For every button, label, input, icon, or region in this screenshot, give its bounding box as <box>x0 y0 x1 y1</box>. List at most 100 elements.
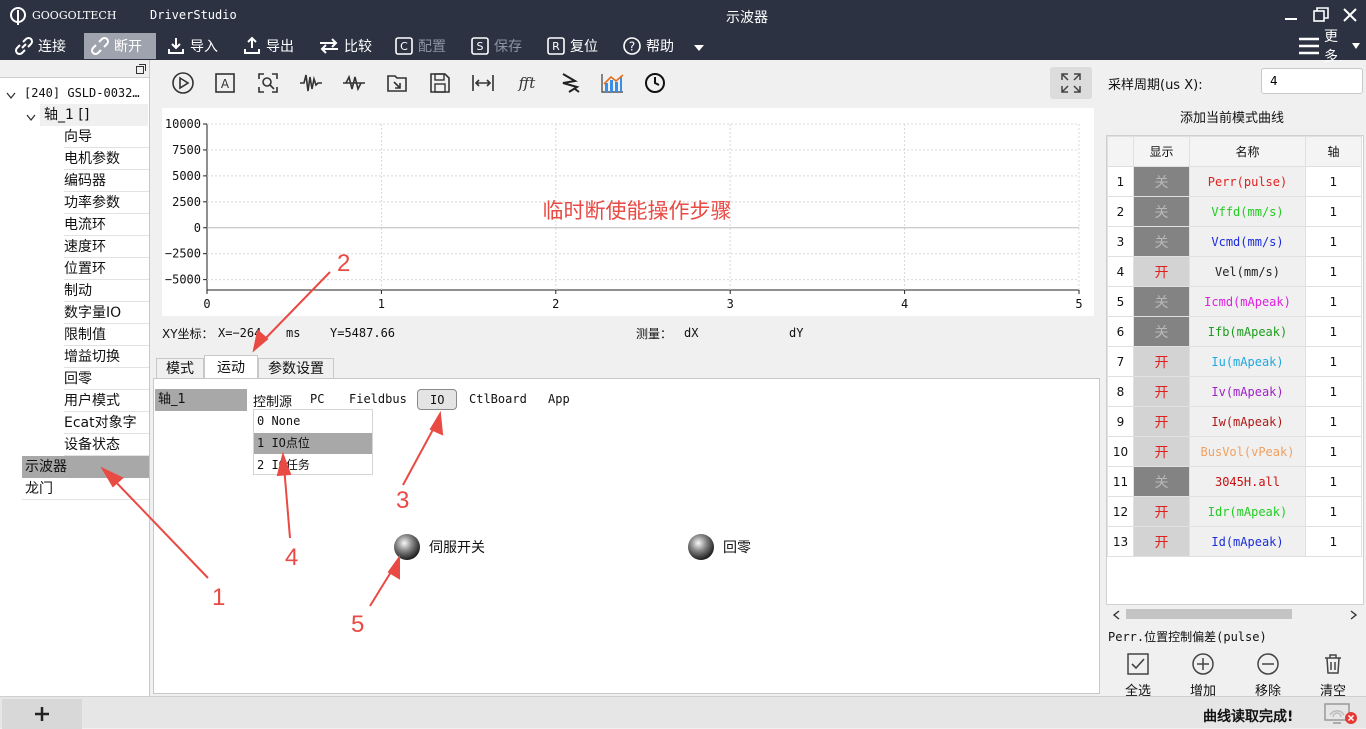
curve-row[interactable]: 13 开 Id(mApeak) 1 <box>1107 526 1362 557</box>
tab-0[interactable]: 模式 <box>156 358 204 379</box>
maximize-icon[interactable] <box>1313 7 1329 23</box>
tree-item[interactable]: 限制值 <box>64 324 149 346</box>
disconnect-button[interactable]: 断开 <box>84 33 156 59</box>
auto-scale-icon[interactable]: A <box>212 70 238 96</box>
tab-1[interactable]: 运动 <box>204 355 258 379</box>
scroll-left-icon[interactable] <box>1112 609 1120 624</box>
curve-name[interactable]: Iv(mApeak) <box>1189 376 1306 407</box>
tree-item[interactable]: 制动 <box>64 280 149 302</box>
curve-show-toggle[interactable]: 关 <box>1133 316 1190 347</box>
tree-gantry-item[interactable]: 龙门 <box>22 478 149 500</box>
export-button[interactable]: 导出 <box>236 33 300 59</box>
curve-row[interactable]: 2 关 Vffd(mm/s) 1 <box>1107 196 1362 227</box>
close-icon[interactable] <box>1342 7 1358 23</box>
curve-name[interactable]: Id(mApeak) <box>1189 526 1306 557</box>
tree-item[interactable]: 速度环 <box>64 236 149 258</box>
curve-row[interactable]: 4 开 Vel(mm/s) 1 <box>1107 256 1362 287</box>
help-button[interactable]: ? 帮助 <box>616 33 680 59</box>
curve-show-toggle[interactable]: 开 <box>1133 406 1190 437</box>
tree-item[interactable]: 向导 <box>64 126 149 148</box>
collapse-axis-icon[interactable] <box>26 111 36 126</box>
homing-button[interactable]: 回零 <box>687 533 751 561</box>
curve-name[interactable]: Icmd(mApeak) <box>1189 286 1306 317</box>
curve-name[interactable]: Idr(mApeak) <box>1189 496 1306 527</box>
curve-row[interactable]: 8 开 Iv(mApeak) 1 <box>1107 376 1362 407</box>
curve-name[interactable]: Iu(mApeak) <box>1189 346 1306 377</box>
add-tab-button[interactable] <box>2 699 82 729</box>
curve-row[interactable]: 3 关 Vcmd(mm/s) 1 <box>1107 226 1362 257</box>
tree-item[interactable]: 编码器 <box>64 170 149 192</box>
more-button[interactable]: 更多 <box>1292 29 1366 65</box>
curve-name[interactable]: Perr(pulse) <box>1189 166 1306 197</box>
source-option-2[interactable]: IO <box>417 389 458 410</box>
tree-item[interactable]: Ecat对象字 <box>64 412 149 434</box>
curve-name[interactable]: Vcmd(mm/s) <box>1189 226 1306 257</box>
config-button[interactable]: C 配置 <box>388 33 452 59</box>
io-option-2[interactable]: 2 IO任务 <box>254 455 372 476</box>
horizontal-scrollbar[interactable] <box>1106 606 1364 622</box>
curve-row[interactable]: 7 开 Iu(mApeak) 1 <box>1107 346 1362 377</box>
filter-wave-icon[interactable] <box>341 70 367 96</box>
scroll-right-icon[interactable] <box>1350 609 1358 624</box>
scope-plot[interactable]: 0 1 2 3 4 5 10000 7500 5000 2500 0 −2500 −5000 临时断使能操… <box>162 108 1094 316</box>
io-option-1[interactable]: 1 IO点位 <box>254 433 372 454</box>
curve-show-toggle[interactable]: 开 <box>1133 376 1190 407</box>
tree-item[interactable]: 电机参数 <box>64 148 149 170</box>
tab-2[interactable]: 参数设置 <box>258 358 334 379</box>
tree-item[interactable]: 回零 <box>64 368 149 390</box>
scroll-thumb[interactable] <box>1126 609 1292 619</box>
fit-width-icon[interactable] <box>470 70 496 96</box>
curve-row[interactable]: 12 开 Idr(mApeak) 1 <box>1107 496 1362 527</box>
tree-item[interactable]: 电流环 <box>64 214 149 236</box>
compare-button[interactable]: 比较 <box>312 33 378 59</box>
curve-show-toggle[interactable]: 关 <box>1133 226 1190 257</box>
curve-name[interactable]: Vel(mm/s) <box>1189 256 1306 287</box>
fullscreen-button[interactable] <box>1050 67 1092 99</box>
source-option-3[interactable]: CtlBoard <box>469 389 527 410</box>
tree-item[interactable]: 功率参数 <box>64 192 149 214</box>
io-option-0[interactable]: 0 None <box>254 411 372 432</box>
curve-show-toggle[interactable]: 关 <box>1133 196 1190 227</box>
tree-item[interactable]: 设备状态 <box>64 434 149 456</box>
curve-row[interactable]: 5 关 Icmd(mApeak) 1 <box>1107 286 1362 317</box>
curve-row[interactable]: 6 关 Ifb(mApeak) 1 <box>1107 316 1362 347</box>
curve-show-toggle[interactable]: 开 <box>1133 346 1190 377</box>
axis-label[interactable]: 轴_1 <box>155 389 247 411</box>
tree-scope-item[interactable]: 示波器 <box>22 456 149 478</box>
play-icon[interactable] <box>170 70 196 96</box>
collapse-device-icon[interactable] <box>6 89 16 104</box>
clear-curves-button[interactable]: 清空 <box>1313 652 1353 699</box>
curve-name[interactable]: 3045H.all <box>1189 466 1306 497</box>
import-button[interactable]: 导入 <box>160 33 224 59</box>
waveform-icon[interactable] <box>298 70 324 96</box>
curve-show-toggle[interactable]: 开 <box>1133 436 1190 467</box>
tree-item[interactable]: 数字量IO <box>64 302 149 324</box>
curve-name[interactable]: BusVol(vPeak) <box>1189 436 1306 467</box>
curve-name[interactable]: Iw(mApeak) <box>1189 406 1306 437</box>
zoom-box-icon[interactable] <box>255 70 281 96</box>
period-input[interactable] <box>1261 68 1363 94</box>
bode-icon[interactable] <box>558 70 584 96</box>
help-dropdown-icon[interactable] <box>693 41 705 56</box>
curve-show-toggle[interactable]: 开 <box>1133 526 1190 557</box>
remove-curve-button[interactable]: 移除 <box>1248 652 1288 699</box>
servo-switch-button[interactable]: 伺服开关 <box>393 533 485 561</box>
save-button[interactable]: S 保存 <box>464 33 528 59</box>
source-option-4[interactable]: App <box>548 389 570 410</box>
curve-show-toggle[interactable]: 开 <box>1133 496 1190 527</box>
curve-show-toggle[interactable]: 开 <box>1133 256 1190 287</box>
connect-button[interactable]: 连接 <box>8 33 72 59</box>
source-option-1[interactable]: Fieldbus <box>349 389 407 410</box>
tree-item[interactable]: 增益切换 <box>64 346 149 368</box>
open-folder-icon[interactable] <box>384 70 410 96</box>
source-option-0[interactable]: PC <box>310 389 324 410</box>
tree-axis-item[interactable]: 轴_1 [] <box>40 104 148 126</box>
add-curve-button[interactable]: 增加 <box>1183 652 1223 699</box>
curve-row[interactable]: 10 开 BusVol(vPeak) 1 <box>1107 436 1362 467</box>
curve-name[interactable]: Vffd(mm/s) <box>1189 196 1306 227</box>
curve-row[interactable]: 11 关 3045H.all 1 <box>1107 466 1362 497</box>
curve-show-toggle[interactable]: 关 <box>1133 166 1190 197</box>
float-panel-icon[interactable] <box>136 63 146 78</box>
tree-item[interactable]: 用户模式 <box>64 390 149 412</box>
tree-item[interactable]: 位置环 <box>64 258 149 280</box>
